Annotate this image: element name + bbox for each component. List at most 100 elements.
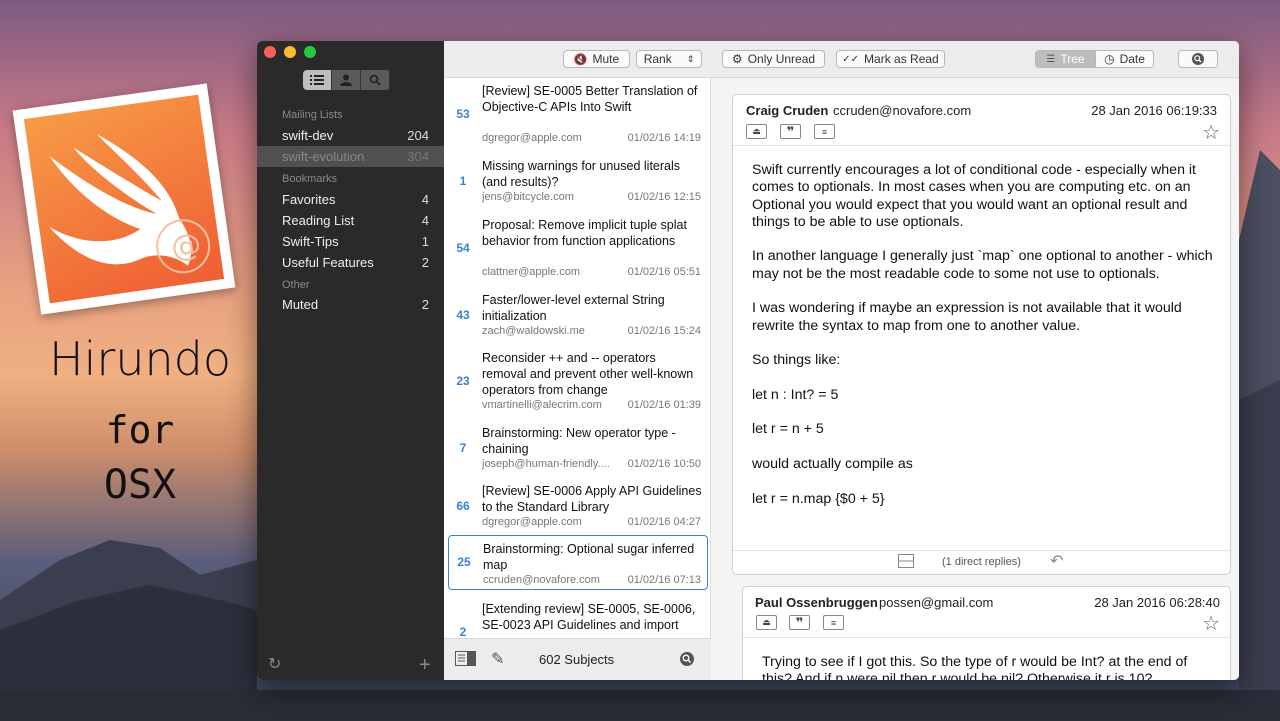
close-button[interactable] [264, 46, 276, 58]
collapse-icon[interactable]: ⏏ [746, 124, 767, 139]
mark-as-read-button[interactable]: ✓✓ Mark as Read [836, 50, 945, 68]
add-icon[interactable]: + [419, 654, 431, 677]
search-icon[interactable] [680, 652, 694, 671]
thread-date: 01/02/16 01:39 [627, 399, 701, 411]
quote-icon[interactable]: ❞ [789, 615, 810, 630]
thread-subject: [Review] SE-0005 Better Translation of O… [482, 84, 698, 114]
sidebar-item-count: 4 [421, 192, 429, 207]
message-paragraph: I was wondering if maybe an expression i… [752, 300, 1182, 334]
list-item[interactable]: 43 Faster/lower-level external String in… [444, 291, 711, 349]
collapse-icon[interactable]: ⏏ [756, 615, 777, 630]
zoom-button[interactable] [304, 46, 316, 58]
sidebar-item-swift-dev[interactable]: swift-dev 204 [257, 125, 444, 146]
sidebar-item-count: 2 [421, 255, 429, 270]
sidebar-item-count: 1 [421, 234, 429, 249]
person-icon[interactable] [332, 70, 361, 90]
section-bookmarks: Bookmarks [282, 173, 338, 185]
sidebar-item-count: 204 [407, 128, 429, 143]
sidebar-item-reading-list[interactable]: Reading List 4 [257, 210, 444, 231]
thread-date: 01/02/16 04:27 [627, 516, 701, 528]
sidebar: Mailing Lists swift-dev 204 swift-evoluti… [257, 41, 444, 680]
mute-button[interactable]: 🔇 Mute [563, 50, 630, 68]
sender-name: Craig Cruden [746, 103, 829, 118]
sidebar-item-label: Favorites [282, 192, 336, 207]
checkmarks-icon: ✓✓ [842, 53, 860, 65]
thread-sender: jens@bitcycle.com [482, 191, 574, 203]
tree-icon: ☰ [1046, 53, 1056, 65]
reply-count: 1 [459, 174, 467, 188]
reply-icon[interactable]: ↶ [1050, 551, 1063, 571]
updown-chevron-icon: ⇕ [686, 53, 695, 64]
list-item-selected[interactable]: 25 Brainstorming: Optional sugar inferre… [448, 535, 708, 590]
list-toolbar: 🔇 Mute Rank ⇕ [444, 41, 711, 78]
thread-sender: joseph@human-friendly.... [482, 458, 610, 470]
reply-count: 53 [456, 107, 470, 121]
sidebar-toggle-icon[interactable] [455, 651, 476, 671]
sender-email: ccruden@novafore.com [833, 103, 972, 118]
message-paragraph: Trying to see if I got this. So the type… [762, 654, 1188, 680]
reply-count: 66 [456, 499, 470, 513]
search-icon[interactable] [361, 70, 390, 90]
rank-select[interactable]: Rank ⇕ [636, 50, 702, 68]
sidebar-item-count: 304 [407, 149, 429, 164]
thread-subject: Reconsider ++ and -- operators removal a… [482, 351, 694, 397]
sidebar-item-favorites[interactable]: Favorites 4 [257, 189, 444, 210]
tree-view-tab[interactable]: ☰ Tree [1035, 50, 1096, 68]
list-item[interactable]: 7 Brainstorming: New operator type - cha… [444, 424, 711, 482]
reply-count: 54 [456, 241, 470, 255]
message-paragraph: So things like: [752, 352, 841, 369]
search-icon [1192, 53, 1204, 65]
list-item[interactable]: 23 Reconsider ++ and -- operators remova… [444, 349, 711, 411]
minimize-button[interactable] [284, 46, 296, 58]
sidebar-item-useful-features[interactable]: Useful Features 2 [257, 252, 444, 273]
only-unread-button[interactable]: ⚙ Only Unread [722, 50, 825, 68]
compose-icon[interactable]: ✎ [491, 649, 504, 669]
list-item[interactable]: 53 [Review] SE-0005 Better Translation o… [444, 82, 711, 144]
sidebar-view-switcher [303, 70, 390, 90]
thread-subject: Brainstorming: New operator type - chain… [482, 426, 676, 456]
thread-subject: [Extending review] SE-0005, SE-0006, SE-… [482, 602, 696, 632]
refresh-icon[interactable]: ↻ [268, 654, 281, 674]
divider [733, 550, 1230, 551]
message-paragraph: In another language I generally just `ma… [752, 248, 1213, 282]
text-icon[interactable]: ≡ [823, 615, 844, 630]
thread-sender: clattner@apple.com [482, 266, 580, 278]
reply-count-label: (1 direct replies) [942, 556, 1021, 568]
sidebar-item-swift-evolution[interactable]: swift-evolution 304 [257, 146, 444, 167]
thread-date: 01/02/16 05:51 [627, 266, 701, 278]
star-icon[interactable]: ☆ [1202, 120, 1220, 145]
section-other: Other [282, 279, 310, 291]
list-item[interactable]: 54 Proposal: Remove implicit tuple splat… [444, 216, 711, 278]
expand-icon[interactable] [898, 554, 914, 573]
thread-date: 01/02/16 12:15 [627, 191, 701, 203]
sender-name: Paul Ossenbruggen [755, 595, 878, 610]
thread-date: 01/02/16 07:13 [627, 574, 701, 586]
window-controls [264, 46, 316, 58]
sidebar-item-muted[interactable]: Muted 2 [257, 294, 444, 315]
divider [743, 637, 1230, 638]
list-view-icon[interactable] [303, 70, 332, 90]
star-icon[interactable]: ☆ [1202, 611, 1220, 636]
search-button[interactable] [1178, 50, 1218, 68]
sidebar-item-label: Muted [282, 297, 319, 312]
list-item[interactable]: 1 Missing warnings for unused literals (… [444, 157, 711, 215]
sidebar-item-count: 2 [421, 297, 429, 312]
sidebar-item-label: swift-evolution [282, 149, 365, 164]
sender-email: possen@gmail.com [879, 595, 994, 610]
text-icon[interactable]: ≡ [814, 124, 835, 139]
message-body: Swift currently encourages a lot of cond… [752, 162, 1222, 525]
message-paragraph: would actually compile as [752, 456, 913, 473]
reply-count: 23 [456, 374, 470, 388]
thread-sender: dgregor@apple.com [482, 516, 582, 528]
sidebar-item-label: Reading List [282, 213, 355, 228]
date-view-tab[interactable]: ◷ Date [1095, 50, 1154, 68]
sidebar-item-label: swift-dev [282, 128, 334, 143]
clock-icon: ◷ [1104, 52, 1115, 66]
message-paragraph: let r = n + 5 [752, 421, 824, 438]
mark-as-read-label: Mark as Read [864, 52, 939, 66]
quote-icon[interactable]: ❞ [780, 124, 801, 139]
sidebar-item-swift-tips[interactable]: Swift-Tips 1 [257, 231, 444, 252]
list-item[interactable]: 66 [Review] SE-0006 Apply API Guidelines… [444, 482, 711, 540]
message-paragraph: let n : Int? = 5 [752, 386, 839, 403]
divider [733, 145, 1230, 146]
